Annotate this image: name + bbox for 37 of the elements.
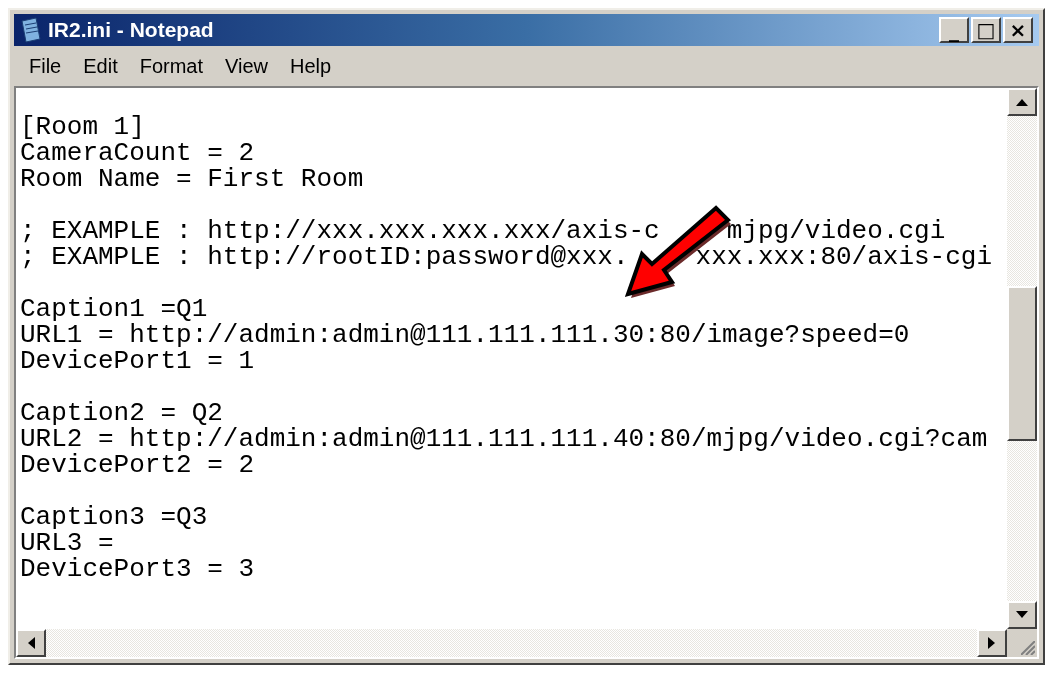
text-fragment: ; EXAMPLE : http://rootID:password@xxx. [20,244,629,270]
text-line: URL3 = [20,530,114,556]
scroll-down-button[interactable] [1007,601,1037,629]
text-line: Caption2 = Q2 [20,400,223,426]
left-triangle-icon [27,637,35,649]
vertical-scrollbar[interactable] [1007,88,1037,629]
text-fragment: xxx.xxx:80/axis-cgi [695,244,993,270]
text-line: DevicePort3 = 3 [20,556,255,582]
maximize-button[interactable]: □ [971,17,1001,43]
text-line: CameraCount = 2 [20,140,255,166]
menu-item[interactable]: Help [279,52,343,80]
close-button[interactable]: × [1003,17,1033,43]
scroll-left-button[interactable] [16,629,46,657]
menu-item[interactable]: View [214,52,280,80]
notepad-icon [20,17,42,43]
text-line: DevicePort2 = 2 [20,452,255,478]
horizontal-scrollbar[interactable] [16,629,1037,657]
scroll-up-button[interactable] [1007,88,1037,116]
up-triangle-icon [1016,98,1028,106]
text-fragment: mjpg/video.cgi [726,218,946,244]
menu-item[interactable]: Edit [72,52,129,80]
text-line: URL1 = http://admin:admin@111.111.111.30:80/image?speed=0 [20,322,910,348]
resize-grip-icon [1021,641,1035,655]
scroll-thumb[interactable] [1007,286,1037,441]
down-triangle-icon [1016,611,1028,619]
text-line: Caption1 =Q1 [20,296,208,322]
menu-item[interactable]: Format [128,52,215,80]
text-line: DevicePort1 = 1 [20,348,255,374]
right-triangle-icon [988,637,996,649]
text-line: Room Name = First Room [20,166,364,192]
text-fragment: ; EXAMPLE : http://xxx.xxx.xxx.xxx/axis-c [20,218,660,244]
text-line: URL2 = http://admin:admin@111.111.111.40:80/mjpg/video.cgi?cam [20,426,988,452]
text-line: Caption3 =Q3 [20,504,208,530]
window-title: IR2.ini - Notepad [48,18,215,42]
text-line: [Room 1] [20,114,145,140]
scroll-right-button[interactable] [977,629,1007,657]
menu-item[interactable]: File [18,52,73,80]
